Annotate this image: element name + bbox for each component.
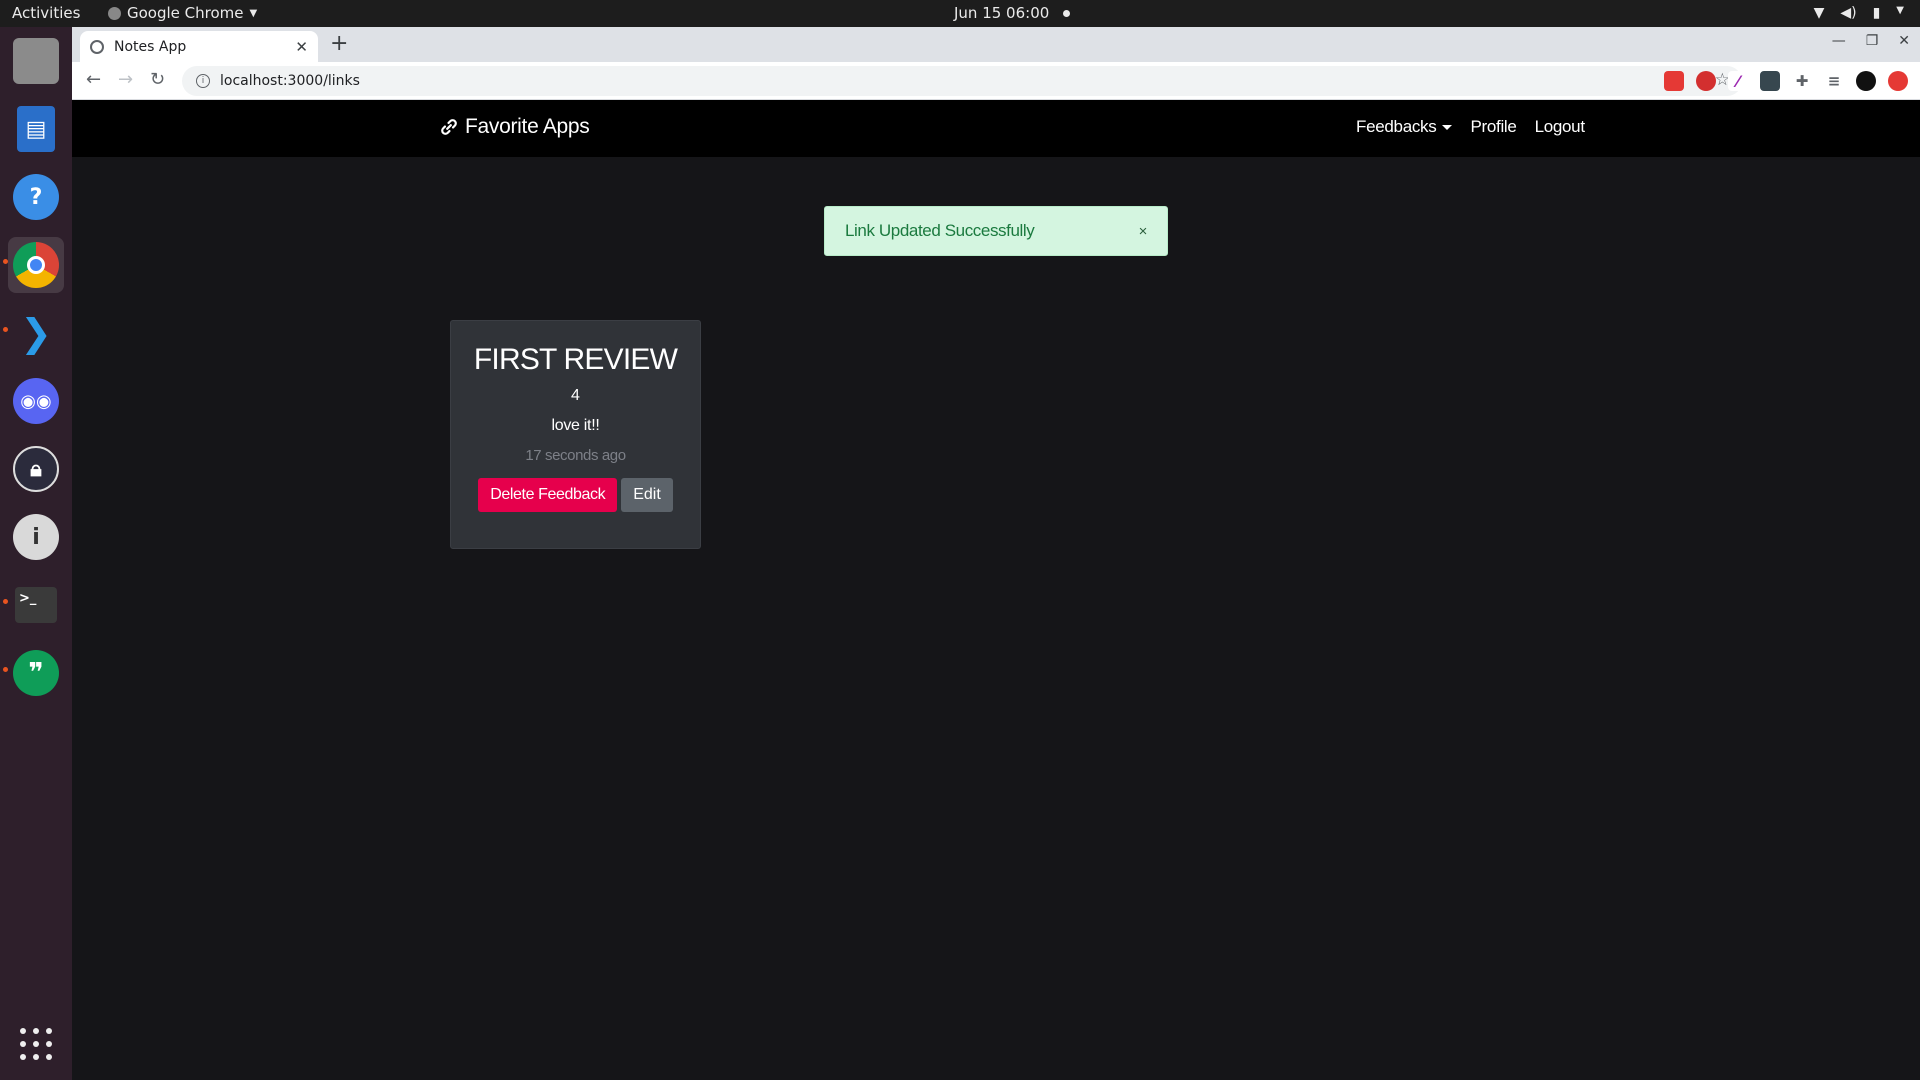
nav-profile-link[interactable]: Profile bbox=[1470, 117, 1516, 137]
puzzle-icon[interactable]: ✚ bbox=[1792, 71, 1812, 91]
feedback-card: FIRST REVIEW 4 love it!! 17 seconds ago … bbox=[450, 320, 701, 549]
url-text: localhost:3000/links bbox=[220, 73, 360, 89]
web-page: Favorite Apps Feedbacks Profile Logout L… bbox=[72, 100, 1920, 1080]
app-menu-label: Google Chrome bbox=[127, 4, 244, 22]
site-navbar: Favorite Apps Feedbacks Profile Logout bbox=[72, 100, 1920, 157]
feedback-rating: 4 bbox=[571, 387, 580, 404]
alert-close-button[interactable]: × bbox=[1139, 223, 1148, 240]
card-actions: Delete Feedback Edit bbox=[451, 478, 700, 512]
dock-discord[interactable]: ◉◉ bbox=[8, 373, 64, 429]
writer-icon: ▤ bbox=[17, 106, 55, 152]
edit-button[interactable]: Edit bbox=[621, 478, 673, 512]
forward-icon[interactable]: → bbox=[118, 69, 133, 90]
profile-avatar[interactable] bbox=[1856, 71, 1876, 91]
dock-vscode[interactable]: ❯ bbox=[8, 305, 64, 361]
dock-hangouts[interactable]: ❞ bbox=[8, 645, 64, 701]
help-icon: ? bbox=[13, 174, 59, 220]
vscode-icon: ❯ bbox=[20, 311, 52, 355]
discord-icon: ◉◉ bbox=[13, 378, 59, 424]
nav-links: Feedbacks Profile Logout bbox=[1356, 117, 1585, 137]
extensions-row: ⁄ ✚ ≡ bbox=[1664, 71, 1908, 91]
files-icon bbox=[13, 38, 59, 84]
media-icon[interactable]: ≡ bbox=[1824, 71, 1844, 91]
clock-label: Jun 15 06:00 bbox=[954, 4, 1050, 22]
chevron-down-icon: ▼ bbox=[249, 7, 258, 19]
minimize-icon[interactable]: — bbox=[1832, 33, 1846, 49]
extension-icon[interactable] bbox=[1696, 71, 1716, 91]
tab-notes-app[interactable]: Notes App ✕ bbox=[80, 31, 318, 62]
feedback-description: love it!! bbox=[551, 417, 600, 434]
address-bar[interactable]: i localhost:3000/links ☆ bbox=[182, 66, 1742, 96]
browser-window: Notes App ✕ + — ❐ ✕ ← → ↻ i localhost:30… bbox=[72, 27, 1920, 1080]
terminal-icon: >_ bbox=[15, 587, 57, 623]
nav-feedbacks-dropdown[interactable]: Feedbacks bbox=[1356, 117, 1453, 137]
success-alert: Link Updated Successfully × bbox=[824, 206, 1168, 256]
extension-icon[interactable] bbox=[1888, 71, 1908, 91]
dock-terminal[interactable]: >_ bbox=[8, 577, 64, 633]
keepass-icon: 🔒︎ bbox=[13, 446, 59, 492]
close-window-icon[interactable]: ✕ bbox=[1898, 33, 1910, 49]
restore-icon[interactable]: ❐ bbox=[1866, 33, 1879, 49]
nav-logout-link[interactable]: Logout bbox=[1535, 117, 1586, 137]
back-icon[interactable]: ← bbox=[86, 69, 101, 90]
system-tray[interactable]: ▼ ◀) ▮ ▼ bbox=[1814, 5, 1904, 21]
brand-link[interactable]: Favorite Apps bbox=[440, 115, 590, 139]
tab-title: Notes App bbox=[114, 38, 187, 55]
dock-keepass[interactable]: 🔒︎ bbox=[8, 441, 64, 497]
dock: ▤ ? ❯ ◉◉ 🔒︎ ⅰ >_ ❞ bbox=[0, 27, 72, 1080]
dock-help[interactable]: ? bbox=[8, 169, 64, 225]
reload-icon[interactable]: ↻ bbox=[150, 69, 165, 90]
dock-writer[interactable]: ▤ bbox=[8, 101, 64, 157]
extension-icon[interactable]: ⁄ bbox=[1728, 71, 1748, 91]
activities-button[interactable]: Activities bbox=[12, 4, 80, 22]
notification-dot-icon bbox=[1063, 9, 1071, 17]
app-menu[interactable]: Google Chrome ▼ bbox=[108, 4, 257, 22]
hangouts-icon: ❞ bbox=[13, 650, 59, 696]
clock[interactable]: Jun 15 06:00 bbox=[954, 4, 1071, 22]
wifi-icon: ▼ bbox=[1813, 5, 1825, 21]
browser-toolbar: ← → ↻ i localhost:3000/links ☆ ⁄ ✚ ≡ bbox=[72, 62, 1920, 100]
globe-icon bbox=[90, 39, 104, 54]
alert-message: Link Updated Successfully bbox=[845, 221, 1035, 240]
info-icon[interactable]: i bbox=[196, 74, 210, 88]
brand-label: Favorite Apps bbox=[465, 115, 590, 138]
nav-feedbacks-label: Feedbacks bbox=[1356, 117, 1437, 136]
feedback-timestamp: 17 seconds ago bbox=[525, 447, 626, 464]
show-applications-icon[interactable] bbox=[20, 1028, 52, 1060]
dock-1password[interactable]: ⅰ bbox=[8, 509, 64, 565]
new-tab-button[interactable]: + bbox=[330, 31, 348, 56]
dock-files[interactable] bbox=[8, 33, 64, 89]
delete-feedback-button[interactable]: Delete Feedback bbox=[478, 478, 618, 512]
close-tab-icon[interactable]: ✕ bbox=[295, 38, 308, 56]
chrome-small-icon bbox=[108, 6, 121, 20]
extension-icon[interactable] bbox=[1760, 71, 1780, 91]
volume-icon: ◀) bbox=[1840, 5, 1857, 21]
chrome-icon bbox=[13, 242, 59, 288]
dock-chrome[interactable] bbox=[8, 237, 64, 293]
battery-icon: ▮ bbox=[1872, 5, 1881, 21]
system-top-bar: Activities Google Chrome ▼ Jun 15 06:00 … bbox=[0, 0, 1920, 27]
onepassword-icon: ⅰ bbox=[13, 514, 59, 560]
chevron-down-icon: ▼ bbox=[1896, 5, 1904, 16]
window-controls: — ❐ ✕ bbox=[1832, 33, 1910, 49]
caret-down-icon bbox=[1442, 125, 1453, 131]
extension-icon[interactable] bbox=[1664, 71, 1684, 91]
feedback-title: FIRST REVIEW bbox=[473, 343, 678, 376]
link-icon bbox=[441, 119, 457, 135]
tab-strip: Notes App ✕ + — ❐ ✕ bbox=[72, 27, 1920, 62]
